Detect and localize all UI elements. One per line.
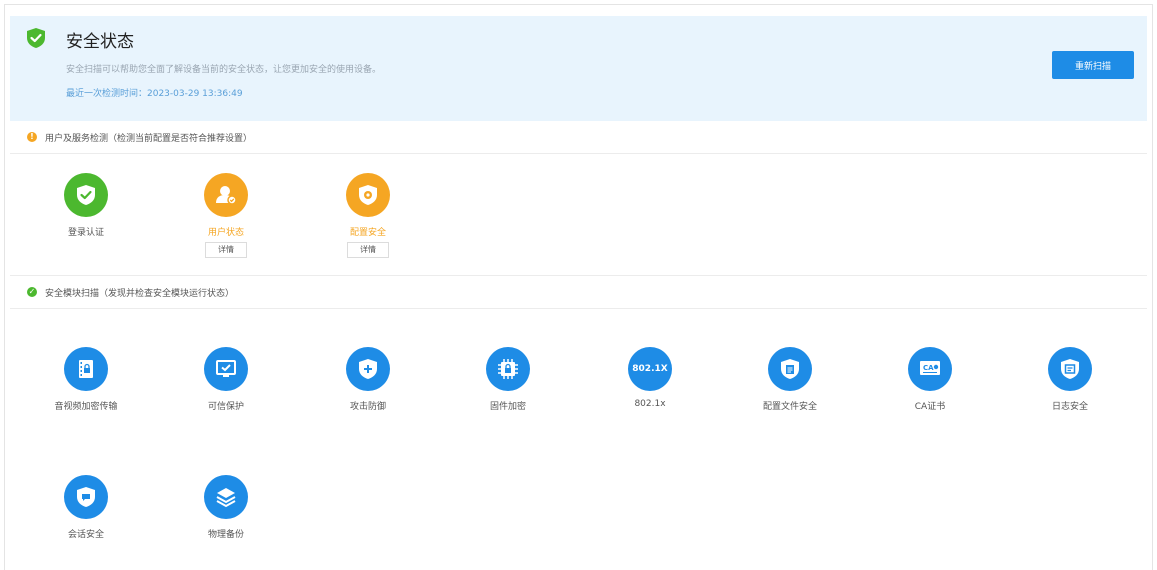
- section-label: 安全模块扫描（发现并检查安全模块运行状态）: [45, 289, 235, 299]
- item-label: CA证书: [914, 402, 946, 412]
- item-label: 802.1x: [634, 399, 666, 409]
- item-label: 配置文件安全: [762, 402, 817, 412]
- item-label: 用户状态: [207, 228, 244, 238]
- svg-text:CA: CA: [923, 364, 934, 372]
- item-label: 固件加密: [489, 402, 526, 412]
- shield-gear-icon: [346, 173, 390, 217]
- user-icon: [204, 173, 248, 217]
- item-label: 日志安全: [1051, 402, 1088, 412]
- item-label: 物理备份: [207, 530, 244, 540]
- config-security-item[interactable]: 配置安全 详情: [313, 173, 423, 258]
- section-user-service-header: ! 用户及服务检测（检测当前配置是否符合推荐设置）: [10, 122, 1147, 154]
- log-security-item[interactable]: 日志安全: [1015, 347, 1125, 412]
- log-shield-icon: [1048, 347, 1092, 391]
- rescan-button[interactable]: 重新扫描: [1052, 51, 1134, 79]
- chat-shield-icon: [64, 475, 108, 519]
- attack-defense-item[interactable]: 攻击防御: [313, 347, 423, 412]
- 802-1x-item[interactable]: 802.1X 802.1x: [595, 347, 705, 409]
- check-circle-icon: ✓: [27, 287, 37, 297]
- divider: [10, 275, 1147, 276]
- warning-icon: !: [27, 132, 37, 142]
- item-label: 会话安全: [67, 530, 104, 540]
- banner-description: 安全扫描可以帮助您全面了解设备当前的安全状态，让您更加安全的使用设备。: [66, 65, 382, 75]
- file-shield-icon: [768, 347, 812, 391]
- firmware-encryption-item[interactable]: 固件加密: [453, 347, 563, 412]
- shield-check-icon: [27, 28, 45, 48]
- security-status-banner: 安全状态 安全扫描可以帮助您全面了解设备当前的安全状态，让您更加安全的使用设备。…: [10, 16, 1147, 121]
- item-label: 可信保护: [207, 402, 244, 412]
- page-title: 安全状态: [66, 32, 134, 52]
- section-label: 用户及服务检测（检测当前配置是否符合推荐设置）: [45, 134, 253, 144]
- session-security-item[interactable]: 会话安全: [31, 475, 141, 540]
- chip-lock-icon: [486, 347, 530, 391]
- config-security-detail-button[interactable]: 详情: [347, 242, 389, 258]
- item-label: 配置安全: [349, 228, 386, 238]
- last-check-time: 最近一次检测时间：2023-03-29 13:36:49: [66, 89, 243, 99]
- trusted-protection-item[interactable]: 可信保护: [171, 347, 281, 412]
- item-label: 音视频加密传输: [54, 402, 118, 412]
- monitor-check-icon: [204, 347, 248, 391]
- shield-check-icon: [64, 173, 108, 217]
- ca-certificate-item[interactable]: CA CA证书: [875, 347, 985, 412]
- login-auth-item[interactable]: 登录认证: [31, 173, 141, 238]
- av-encryption-item[interactable]: 音视频加密传输: [31, 347, 141, 412]
- film-lock-icon: [64, 347, 108, 391]
- physical-backup-item[interactable]: 物理备份: [171, 475, 281, 540]
- item-label: 攻击防御: [349, 402, 386, 412]
- section-module-scan-header: ✓ 安全模块扫描（发现并检查安全模块运行状态）: [10, 277, 1147, 309]
- layers-icon: [204, 475, 248, 519]
- shield-plus-icon: [346, 347, 390, 391]
- user-status-item[interactable]: 用户状态 详情: [171, 173, 281, 258]
- ca-certificate-icon: CA: [908, 347, 952, 391]
- item-label: 登录认证: [67, 228, 104, 238]
- config-file-security-item[interactable]: 配置文件安全: [735, 347, 845, 412]
- 802-1x-icon: 802.1X: [628, 347, 672, 391]
- user-status-detail-button[interactable]: 详情: [205, 242, 247, 258]
